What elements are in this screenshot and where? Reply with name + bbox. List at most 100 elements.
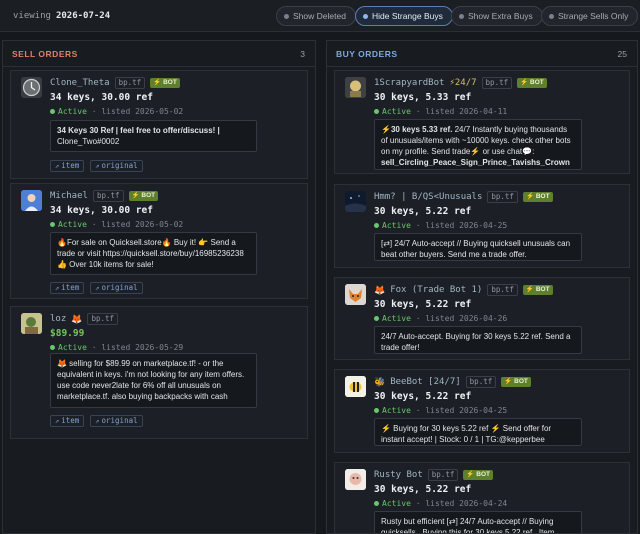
sell-order-card: loz 🦊 bp.tf $89.99 Active · listed 2026-…	[10, 306, 308, 439]
avatar[interactable]	[345, 191, 366, 212]
buy-order-card: Hmm? | B/QS<Unusuals bp.tf ⚡ BOT 30 keys…	[334, 184, 630, 268]
bptf-tag[interactable]: bp.tf	[487, 284, 518, 296]
buy-order-card: 🦊 Fox (Trade Bot 1) bp.tf ⚡ BOT 30 keys,…	[334, 277, 630, 360]
status-dot-icon	[50, 345, 55, 350]
status-dot-icon	[374, 316, 379, 321]
cartoon-avatar-icon	[345, 469, 366, 490]
listing-message: 34 Keys 30 Ref | feel free to offer/disc…	[50, 120, 257, 152]
external-link-icon: ⇗	[95, 284, 100, 292]
listing-status: Active · listed 2026-04-26	[374, 314, 507, 323]
avatar[interactable]	[345, 284, 366, 305]
avatar[interactable]	[345, 376, 366, 397]
listing-status: Active · listed 2026-04-24	[374, 499, 507, 508]
price: 30 keys, 5.22 ref	[374, 391, 472, 402]
bot-badge: ⚡ BOT	[128, 191, 159, 201]
price: 30 keys, 5.33 ref	[374, 92, 472, 103]
listing-message: 24/7 Auto-accept. Buying for 30 keys 5.2…	[374, 326, 582, 354]
filter-hide-strange-buys[interactable]: Hide Strange Buys	[355, 6, 453, 26]
bee-avatar-icon	[345, 376, 366, 397]
top-bar: viewing 2026-07-24 Show Deleted Hide Str…	[0, 0, 640, 32]
username[interactable]: Clone_Theta	[50, 78, 110, 88]
username[interactable]: Rusty Bot	[374, 470, 423, 480]
username[interactable]: BeeBot [24/7]	[390, 377, 460, 387]
buy-order-card: 🐝 BeeBot [24/7] bp.tf ⚡ BOT 30 keys, 5.2…	[334, 369, 630, 453]
bptf-tag[interactable]: bp.tf	[92, 190, 124, 202]
listing-status: Active · listed 2026-05-29	[50, 343, 183, 352]
item-link[interactable]: ⇗ item	[50, 282, 85, 294]
price: $89.99	[50, 328, 85, 339]
avatar[interactable]	[345, 77, 366, 98]
original-link[interactable]: ⇗ original	[90, 282, 143, 294]
toggle-dot-icon	[549, 14, 554, 19]
fox-avatar-icon	[345, 284, 366, 305]
price: 34 keys, 30.00 ref	[50, 205, 153, 216]
filter-strange-sells-only[interactable]: Strange Sells Only	[541, 6, 639, 26]
avatar[interactable]	[21, 77, 42, 98]
avatar[interactable]	[21, 190, 42, 211]
night-sky-avatar-icon	[345, 191, 366, 212]
status-dot-icon	[374, 501, 379, 506]
robot-avatar-icon	[345, 77, 366, 98]
schedule-badge: ⚡24/7	[449, 78, 477, 88]
buy-orders-header: BUY ORDERS 25	[327, 41, 637, 67]
listing-status: Active · listed 2026-05-02	[50, 220, 183, 229]
price: 30 keys, 5.22 ref	[374, 484, 472, 495]
username[interactable]: loz	[50, 314, 66, 324]
bptf-tag[interactable]: bp.tf	[114, 77, 146, 89]
listing-message: ⚡ Buying for 30 keys 5.22 ref ⚡ Send off…	[374, 418, 582, 446]
username[interactable]: Hmm? | B/QS<Unusuals	[374, 192, 482, 202]
status-dot-icon	[374, 408, 379, 413]
status-dot-icon	[374, 223, 379, 228]
username[interactable]: 1ScrapyardBot	[374, 78, 444, 88]
listing-message: [⇄] 24/7 Auto-accept // Buying quicksell…	[374, 233, 582, 261]
listing-message: 🔥For sale on Quicksell.store🔥 Buy it! 👉 …	[50, 232, 257, 275]
bot-badge: ⚡ BOT	[463, 470, 493, 480]
username[interactable]: Fox (Trade Bot 1)	[390, 285, 482, 295]
external-link-icon: ⇗	[55, 417, 60, 425]
buy-order-card: Rusty Bot bp.tf ⚡ BOT 30 keys, 5.22 ref …	[334, 462, 630, 533]
listing-message: 🦊 selling for $89.99 on marketplace.tf! …	[50, 353, 257, 408]
sell-orders-header: SELL ORDERS 3	[3, 41, 315, 67]
sell-orders-title: SELL ORDERS	[12, 49, 78, 59]
clock-avatar-icon	[22, 78, 41, 97]
external-link-icon: ⇗	[55, 284, 60, 292]
toggle-dot-icon	[284, 14, 289, 19]
viewing-date-value: 2026-07-24	[55, 11, 111, 21]
bee-emoji-icon: 🐝	[374, 376, 386, 387]
avatar[interactable]	[345, 469, 366, 490]
buy-orders-title: BUY ORDERS	[336, 49, 398, 59]
filter-show-deleted[interactable]: Show Deleted	[276, 6, 356, 26]
bptf-tag[interactable]: bp.tf	[427, 469, 459, 481]
status-dot-icon	[374, 109, 379, 114]
price: 30 keys, 5.22 ref	[374, 299, 472, 310]
fox-emoji-icon: 🦊	[374, 284, 386, 295]
item-link[interactable]: ⇗ item	[50, 415, 85, 427]
filter-show-extra-buys[interactable]: Show Extra Buys	[451, 6, 543, 26]
sell-orders-panel: SELL ORDERS 3 Clone_Theta bp.tf ⚡ BOT 34…	[2, 40, 316, 534]
toggle-dot-icon	[459, 14, 464, 19]
external-link-icon: ⇗	[95, 417, 100, 425]
bot-badge: ⚡ BOT	[501, 377, 531, 387]
buy-orders-count: 25	[617, 49, 627, 59]
bptf-tag[interactable]: bp.tf	[465, 376, 497, 388]
sell-order-card: Michael bp.tf ⚡ BOT 34 keys, 30.00 ref A…	[10, 183, 308, 299]
status-dot-icon	[50, 109, 55, 114]
toggle-dot-icon	[363, 14, 368, 19]
item-link[interactable]: ⇗ item	[50, 160, 85, 172]
listing-status: Active · listed 2026-05-02	[50, 107, 183, 116]
sell-orders-count: 3	[300, 49, 305, 59]
bot-badge: ⚡ BOT	[517, 78, 547, 88]
original-link[interactable]: ⇗ original	[90, 160, 143, 172]
sell-order-card: Clone_Theta bp.tf ⚡ BOT 34 keys, 30.00 r…	[10, 70, 308, 179]
bptf-tag[interactable]: bp.tf	[481, 77, 513, 89]
avatar[interactable]	[21, 313, 42, 334]
listing-message: Rusty but efficient [⇄] 24/7 Auto-accept…	[374, 511, 582, 533]
bptf-tag[interactable]: bp.tf	[87, 313, 119, 325]
portrait-avatar-icon	[21, 190, 42, 211]
username[interactable]: Michael	[50, 191, 88, 201]
bptf-tag[interactable]: bp.tf	[487, 191, 518, 203]
original-link[interactable]: ⇗ original	[90, 415, 143, 427]
listing-status: Active · listed 2026-04-25	[374, 406, 507, 415]
bot-badge: ⚡ BOT	[522, 285, 553, 295]
listing-status: Active · listed 2026-04-25	[374, 221, 507, 230]
